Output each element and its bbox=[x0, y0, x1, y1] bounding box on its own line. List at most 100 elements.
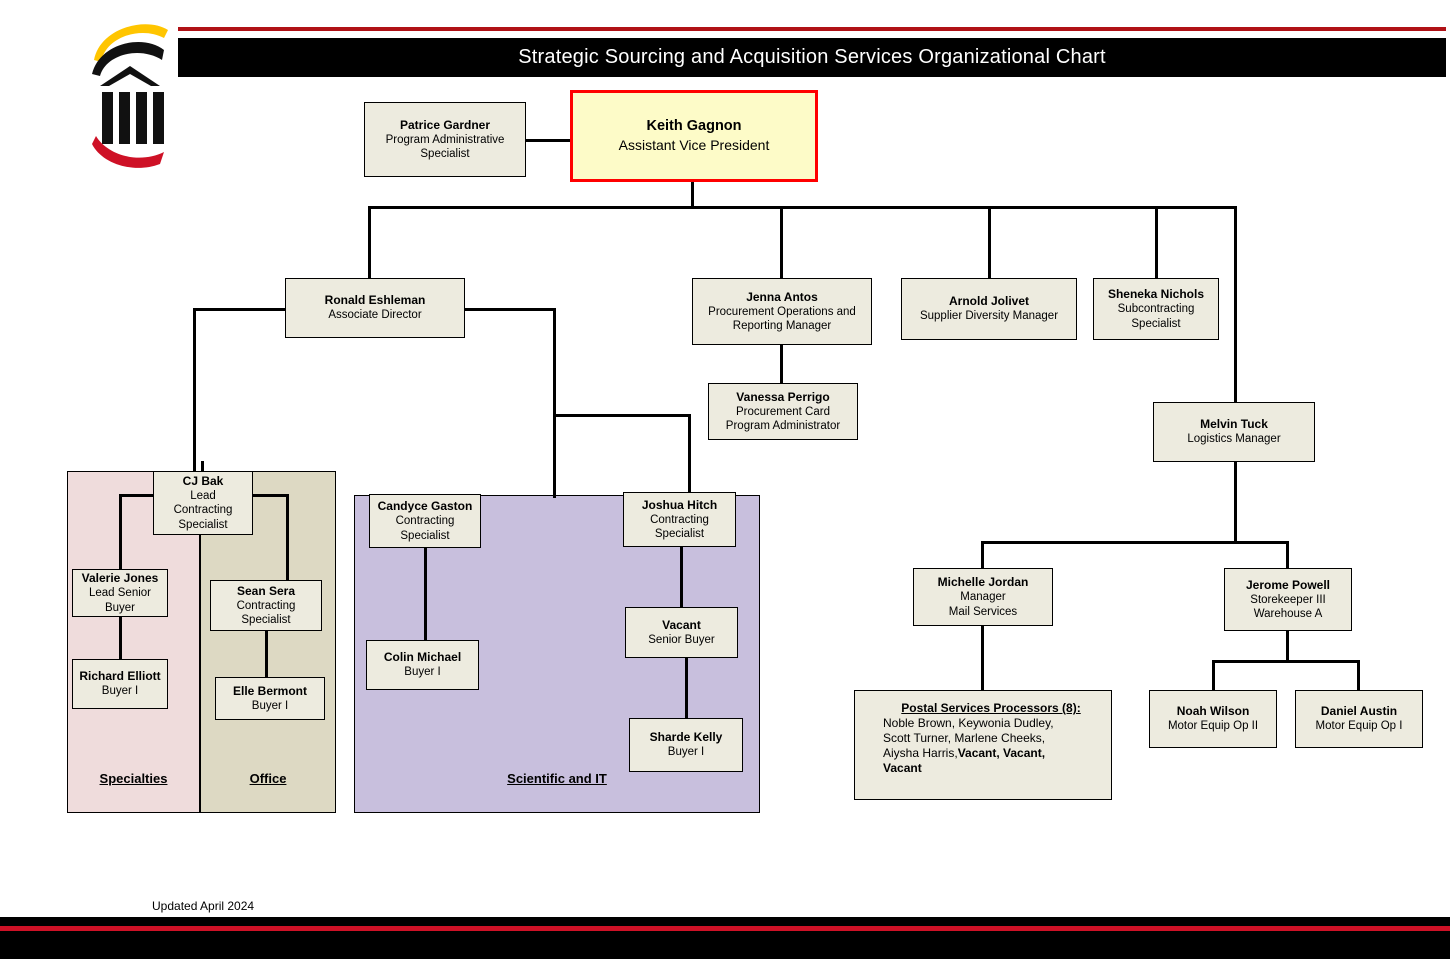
node-name: Valerie Jones bbox=[81, 571, 159, 585]
connector-scientific-bus bbox=[553, 414, 691, 417]
node-title-line1: Storekeeper III bbox=[1250, 593, 1326, 606]
node-candyce-gaston[interactable]: Candyce Gaston Contracting Specialist bbox=[369, 494, 481, 548]
connector-bus-to-nichols bbox=[1155, 206, 1158, 278]
node-postal-services-processors[interactable]: Postal Services Processors (8): Noble Br… bbox=[854, 690, 1112, 800]
node-name: Noah Wilson bbox=[1176, 704, 1250, 719]
node-name: Vacant bbox=[662, 617, 701, 632]
node-richard-elliott[interactable]: Richard Elliott Buyer I bbox=[72, 659, 168, 709]
postal-line2: Scott Turner, Marlene Cheeks, bbox=[883, 731, 1046, 745]
connector-hitch-vacant bbox=[680, 547, 683, 608]
connector-powell-down bbox=[1286, 631, 1289, 662]
postal-line4: Vacant bbox=[883, 761, 1099, 776]
node-title-line2: Reporting Manager bbox=[732, 320, 832, 332]
node-cj-bak[interactable]: CJ Bak Lead Contracting Specialist bbox=[153, 471, 253, 535]
node-michelle-jordan[interactable]: Michelle Jordan Manager Mail Services bbox=[913, 568, 1053, 626]
node-name: Sharde Kelly bbox=[649, 730, 723, 745]
node-title-line1: Buyer I bbox=[101, 685, 139, 698]
footer-bar-bottom bbox=[0, 931, 1450, 959]
postal-line1: Noble Brown, Keywonia Dudley, bbox=[883, 716, 1054, 730]
connector-bus-to-eshleman bbox=[368, 206, 371, 278]
node-title-line2: Contracting bbox=[173, 504, 233, 517]
node-name: Vanessa Perrigo bbox=[736, 389, 830, 404]
node-sean-sera[interactable]: Sean Sera Contracting Specialist bbox=[210, 580, 322, 631]
footer-bar-top bbox=[0, 917, 1450, 926]
connector-gaston-colin bbox=[424, 548, 427, 641]
connector-gardner-gagnon bbox=[525, 139, 570, 142]
node-daniel-austin[interactable]: Daniel Austin Motor Equip Op I bbox=[1295, 690, 1423, 748]
node-elle-bermont[interactable]: Elle Bermont Buyer I bbox=[215, 677, 325, 720]
node-vacant-senior-buyer[interactable]: Vacant Senior Buyer bbox=[625, 607, 738, 658]
node-melvin-tuck[interactable]: Melvin Tuck Logistics Manager bbox=[1153, 402, 1315, 462]
connector-eshleman-right-v bbox=[553, 308, 556, 498]
header-accent-line bbox=[178, 27, 1446, 31]
postal-line3: Aiysha Harris,Vacant, Vacant, bbox=[883, 746, 1099, 761]
node-joshua-hitch[interactable]: Joshua Hitch Contracting Specialist bbox=[623, 492, 736, 547]
connector-bus-to-tuck bbox=[1234, 206, 1237, 402]
connector-bak-right-v bbox=[286, 494, 289, 580]
footer-updated-text: Updated April 2024 bbox=[152, 899, 255, 913]
node-title-line2: Warehouse A bbox=[1253, 608, 1323, 620]
connector-bak-right-h bbox=[251, 494, 289, 497]
group-label-scientific: Scientific and IT bbox=[507, 771, 607, 786]
node-noah-wilson[interactable]: Noah Wilson Motor Equip Op II bbox=[1149, 690, 1277, 748]
node-name: CJ Bak bbox=[182, 473, 224, 488]
node-title-line1: Contracting bbox=[236, 599, 296, 612]
node-title-line1: Lead Senior bbox=[88, 587, 152, 599]
node-sharde-kelly[interactable]: Sharde Kelly Buyer I bbox=[629, 718, 743, 772]
node-name: Jenna Antos bbox=[746, 289, 818, 304]
node-title-line1: Motor Equip Op I bbox=[1315, 720, 1403, 733]
node-title-line1: Procurement Operations and bbox=[708, 305, 856, 318]
node-name: Sean Sera bbox=[236, 583, 296, 598]
node-name: Candyce Gaston bbox=[377, 499, 473, 513]
node-title-line1: Senior Buyer bbox=[648, 633, 715, 646]
node-name: Ronald Eshleman bbox=[324, 293, 426, 308]
connector-tuck-to-powell bbox=[1286, 541, 1289, 568]
connector-bus-to-jolivet bbox=[988, 206, 991, 278]
node-colin-michael[interactable]: Colin Michael Buyer I bbox=[366, 640, 479, 690]
connector-jordan-postal bbox=[981, 626, 984, 690]
connector-powell-to-wilson bbox=[1212, 660, 1215, 690]
connector-main-bus bbox=[368, 206, 1237, 209]
node-title-line1: Manager bbox=[960, 591, 1006, 603]
connector-eshleman-left-h bbox=[193, 308, 285, 311]
connector-tuck-down bbox=[1234, 461, 1237, 543]
postal-line3-plain: Aiysha Harris, bbox=[883, 746, 958, 760]
node-title-line2: Specialist bbox=[654, 528, 705, 540]
node-sheneka-nichols[interactable]: Sheneka Nichols Subcontracting Specialis… bbox=[1093, 278, 1219, 340]
node-title-line1: Program Administrative bbox=[385, 133, 505, 146]
node-title-line1: Buyer I bbox=[251, 699, 289, 712]
node-arnold-jolivet[interactable]: Arnold Jolivet Supplier Diversity Manage… bbox=[901, 278, 1077, 340]
node-title-line2: Buyer bbox=[104, 601, 136, 614]
node-title-line2: Specialist bbox=[241, 614, 291, 626]
connector-powell-bus bbox=[1212, 660, 1360, 663]
connector-antos-perrigo bbox=[780, 345, 783, 383]
postal-line3-vacants: Vacant, Vacant, bbox=[957, 746, 1046, 760]
connector-gagnon-down bbox=[691, 181, 694, 208]
connector-sera-bermont bbox=[265, 631, 268, 677]
node-title-line2: Specialist bbox=[1131, 317, 1181, 330]
node-name: Elle Bermont bbox=[232, 683, 307, 698]
node-patrice-gardner[interactable]: Patrice Gardner Program Administrative S… bbox=[364, 102, 526, 177]
node-title-line1: Procurement Card bbox=[736, 405, 830, 418]
connector-tuck-bus bbox=[981, 541, 1288, 544]
node-jerome-powell[interactable]: Jerome Powell Storekeeper III Warehouse … bbox=[1224, 568, 1352, 631]
node-name: Michelle Jordan bbox=[937, 575, 1029, 589]
node-ronald-eshleman[interactable]: Ronald Eshleman Associate Director bbox=[285, 278, 465, 338]
connector-jones-elliott bbox=[119, 617, 122, 659]
node-name: Jerome Powell bbox=[1245, 577, 1331, 592]
node-jenna-antos[interactable]: Jenna Antos Procurement Operations and R… bbox=[692, 278, 872, 345]
group-label-office: Office bbox=[249, 771, 287, 786]
node-title-line2: Specialist bbox=[400, 529, 450, 542]
connector-bus-to-antos bbox=[780, 206, 783, 278]
node-valerie-jones[interactable]: Valerie Jones Lead Senior Buyer bbox=[72, 569, 168, 617]
node-title-line1: Buyer I bbox=[667, 746, 705, 759]
connector-bus-to-hitch bbox=[688, 414, 691, 492]
node-keith-gagnon[interactable]: Keith Gagnon Assistant Vice President bbox=[570, 90, 818, 182]
node-vanessa-perrigo[interactable]: Vanessa Perrigo Procurement Card Program… bbox=[708, 383, 858, 440]
connector-bak-left-h bbox=[119, 494, 157, 497]
node-title-line1: Lead bbox=[190, 489, 216, 502]
connector-powell-to-austin bbox=[1357, 660, 1360, 690]
header-bar: Strategic Sourcing and Acquisition Servi… bbox=[178, 38, 1446, 77]
node-title-line2: Mail Services bbox=[948, 605, 1018, 618]
postal-heading: Postal Services Processors (8): bbox=[901, 701, 1081, 715]
